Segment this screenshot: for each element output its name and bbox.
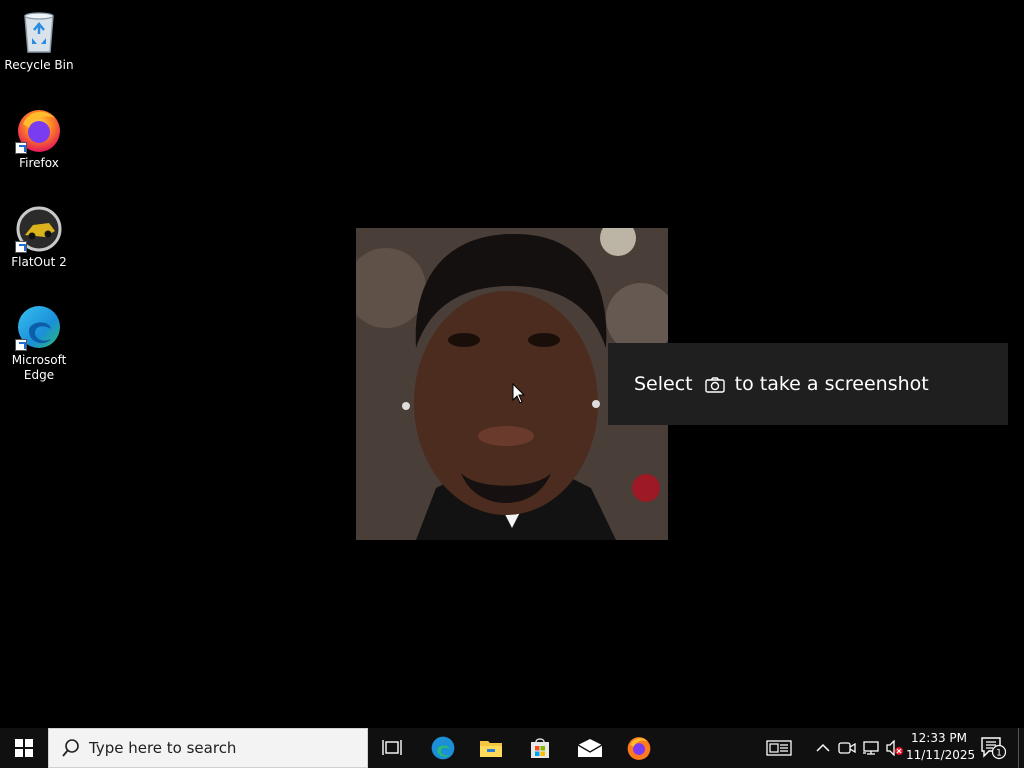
desktop: Recycle Bin Firefox FlatOut 2 Microsoft … [0,0,1024,728]
news-widget-icon [766,740,792,756]
action-center-button[interactable]: 1 [980,736,1008,760]
desktop-icon-label: Microsoft Edge [11,353,67,382]
windows-logo-icon [15,739,33,757]
show-hidden-icons-button[interactable] [813,738,833,758]
taskbar-firefox-button[interactable] [615,728,663,768]
network-icon [863,741,879,755]
search-icon [61,738,81,758]
volume-button[interactable] [885,738,905,758]
volume-muted-icon [886,740,903,756]
desktop-icon-label: FlatOut 2 [11,255,67,269]
shortcut-arrow-icon [15,241,27,253]
desktop-icon-microsoft-edge[interactable]: Microsoft Edge [1,303,77,383]
notification-icon: 1 [981,737,1007,760]
taskbar-file-explorer-button[interactable] [467,728,515,768]
shortcut-arrow-icon [15,142,27,154]
notification-count: 1 [996,749,1002,759]
chevron-up-icon [816,743,830,752]
start-button[interactable] [0,728,48,768]
hint-text-after: to take a screenshot [734,373,929,395]
task-view-button[interactable] [368,728,416,768]
desktop-icon-label: Firefox [19,156,59,170]
desktop-icon-flatout-2[interactable]: FlatOut 2 [1,205,77,270]
taskbar: Type here to search 12:33 PM 11/11/2025 … [0,728,1024,768]
recycle-bin-icon [15,8,63,56]
firefox-icon [627,737,651,760]
clock-date: 11/11/2025 [906,748,976,762]
mouse-cursor-icon [512,382,526,405]
taskbar-mail-button[interactable] [566,728,614,768]
file-explorer-icon [480,741,502,757]
desktop-icon-label: Recycle Bin [4,58,74,72]
taskbar-search-box[interactable]: Type here to search [48,728,368,768]
screenshot-hint-toast: Select to take a screenshot [608,343,1008,425]
firefox-icon [15,106,63,154]
clock-time: 12:33 PM [911,731,967,745]
edge-icon [15,303,63,351]
search-placeholder: Type here to search [89,739,237,757]
show-desktop-button[interactable] [1018,728,1024,768]
meet-now-button[interactable] [837,738,857,758]
edge-icon [431,736,455,760]
taskbar-edge-button[interactable] [419,728,467,768]
desktop-icon-firefox[interactable]: Firefox [1,106,77,171]
task-view-icon [382,740,402,755]
taskbar-store-button[interactable] [516,728,564,768]
network-button[interactable] [861,738,881,758]
news-widget-button[interactable] [766,738,792,758]
meet-now-icon [838,742,856,754]
flatout-2-icon [15,205,63,253]
taskbar-clock[interactable]: 12:33 PM 11/11/2025 [906,730,976,766]
store-icon [531,738,549,758]
desktop-icon-recycle-bin[interactable]: Recycle Bin [1,8,77,73]
camera-icon [704,376,725,393]
mail-icon [577,739,603,757]
hint-text-before: Select [634,373,693,395]
shortcut-arrow-icon [15,339,27,351]
